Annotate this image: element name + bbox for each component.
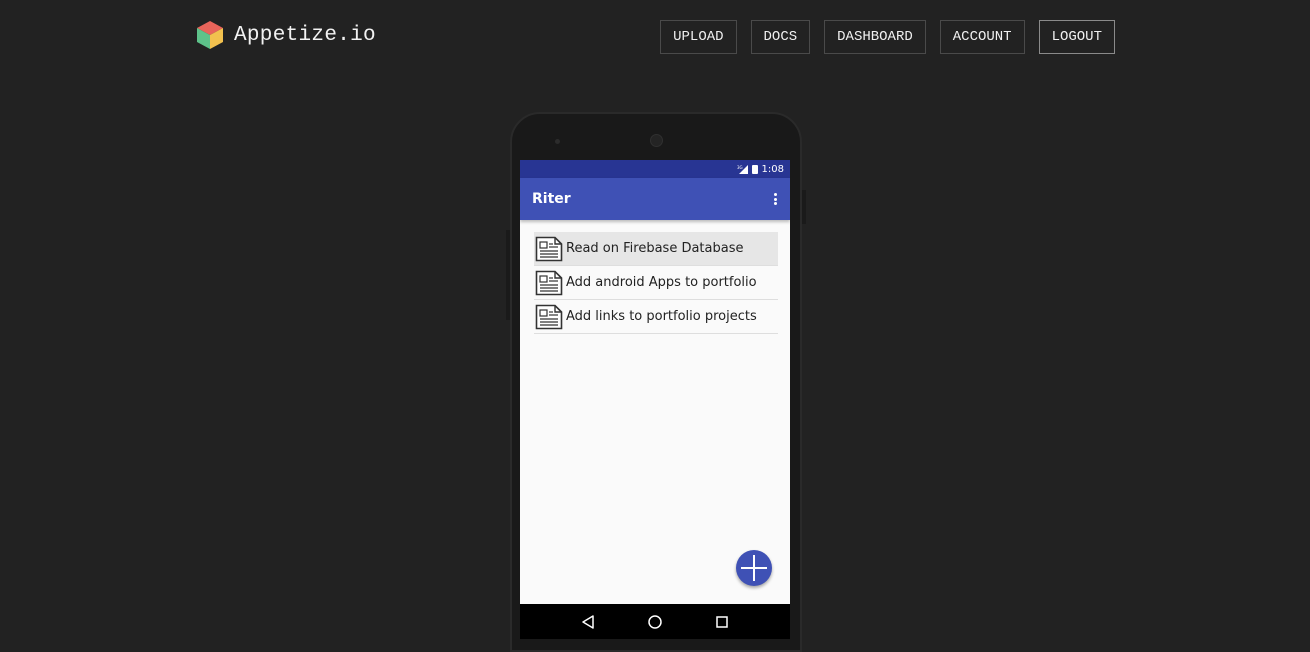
list-item[interactable]: Read on Firebase Database — [534, 232, 778, 266]
app-bar: Riter — [520, 178, 790, 220]
recents-icon[interactable] — [715, 615, 729, 629]
dashboard-button[interactable]: DASHBOARD — [824, 20, 926, 54]
back-icon[interactable] — [581, 614, 595, 629]
signal-icon: 3G — [737, 164, 748, 174]
cube-logo-icon — [197, 21, 223, 49]
add-note-button[interactable] — [736, 550, 772, 586]
device-camera — [650, 134, 663, 147]
appetize-logo[interactable]: Appetize.io — [196, 20, 376, 50]
note-list: Read on Firebase Database Add android Ap… — [534, 232, 778, 334]
app-title: Riter — [532, 191, 571, 207]
list-item[interactable]: Add links to portfolio projects — [534, 300, 778, 334]
home-icon[interactable] — [647, 614, 663, 630]
account-button[interactable]: ACCOUNT — [939, 20, 1025, 54]
plus-icon — [741, 555, 767, 581]
top-nav: UPLOAD DOCS DASHBOARD ACCOUNT LOGOUT — [646, 20, 1115, 54]
battery-icon — [751, 164, 758, 174]
list-item-label: Add android Apps to portfolio — [566, 275, 757, 290]
document-icon — [535, 304, 563, 329]
status-time: 1:08 — [761, 163, 784, 175]
upload-button[interactable]: UPLOAD — [660, 20, 737, 54]
docs-button[interactable]: DOCS — [750, 20, 811, 54]
device-sensor — [555, 139, 560, 144]
overflow-menu-icon[interactable] — [772, 193, 778, 205]
svg-text:3G: 3G — [737, 165, 743, 170]
list-item-label: Read on Firebase Database — [566, 241, 744, 256]
logout-button[interactable]: LOGOUT — [1038, 20, 1115, 54]
device-power-button[interactable] — [802, 190, 806, 224]
android-nav-bar — [520, 604, 790, 639]
status-bar: 3G 1:08 — [520, 160, 790, 178]
list-item-label: Add links to portfolio projects — [566, 309, 757, 324]
document-icon — [535, 270, 563, 295]
brand-name: Appetize.io — [234, 23, 376, 47]
device-volume-button[interactable] — [506, 230, 510, 320]
list-item[interactable]: Add android Apps to portfolio — [534, 266, 778, 300]
document-icon — [535, 236, 563, 261]
device-screen[interactable]: 3G 1:08 Riter Read on Firebase Database — [520, 160, 790, 639]
